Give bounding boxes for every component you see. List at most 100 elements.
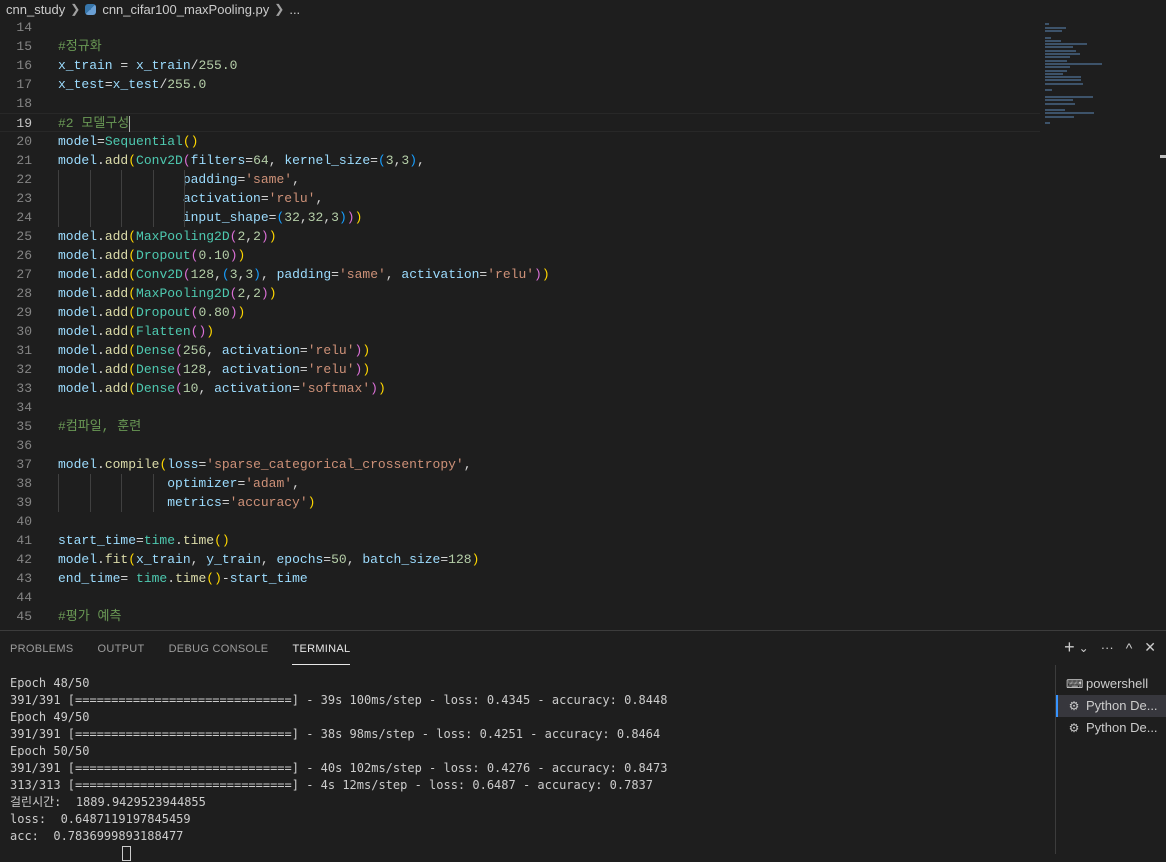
code-line[interactable]: 34 [0, 398, 1040, 417]
code-line[interactable]: 26 model.add(Dropout(0.10)) [0, 246, 1040, 265]
indent-guide [89, 208, 91, 227]
code-line[interactable]: 17 x_test=x_test/255.0 [0, 75, 1040, 94]
code-line[interactable]: 42 model.fit(x_train, y_train, epochs=50,… [0, 550, 1040, 569]
indent-guide [152, 170, 154, 189]
breadcrumb-ellipsis[interactable]: ... [289, 2, 300, 17]
code-token: ( [128, 552, 137, 567]
code-token: ( [175, 381, 183, 396]
code-line[interactable]: 15 #정규화 [0, 37, 1040, 56]
code-token: x_test [58, 77, 105, 92]
tab-terminal[interactable]: TERMINAL [292, 631, 351, 665]
tab-output[interactable]: OUTPUT [98, 631, 145, 665]
minimap[interactable] [1045, 20, 1125, 140]
code-line[interactable]: 19 #2 모델구성 [0, 113, 1040, 132]
code-token: add [104, 153, 129, 168]
code-line[interactable]: 22 padding='same', [0, 170, 1040, 189]
terminal-line: loss: 0.6487119197845459 [10, 812, 191, 826]
code-token: ( [377, 153, 386, 168]
code-token: x_test [112, 77, 160, 92]
code-line[interactable]: 38 optimizer='adam', [0, 474, 1040, 493]
code-text: #평가 예측 [58, 607, 121, 626]
code-line[interactable]: 45 #평가 예측 [0, 607, 1040, 626]
more-actions-icon[interactable]: ··· [1101, 640, 1114, 655]
code-line[interactable]: 23 activation='relu', [0, 189, 1040, 208]
code-token: . [97, 153, 105, 168]
indent-guide [89, 170, 91, 189]
indent-guide [152, 474, 154, 493]
code-text: model.add(Flatten()) [58, 322, 214, 341]
code-line[interactable]: 28 model.add(MaxPooling2D(2,2)) [0, 284, 1040, 303]
scrollbar-marker[interactable] [1160, 155, 1166, 158]
breadcrumb-folder[interactable]: cnn_study [6, 2, 65, 17]
code-token: , [245, 229, 254, 244]
code-token: ( [128, 286, 137, 301]
code-token: time [175, 571, 207, 586]
code-line[interactable]: 14 [0, 18, 1040, 37]
code-line[interactable]: 35 #컴파일, 훈련 [0, 417, 1040, 436]
code-token: . [97, 343, 105, 358]
code-token: . [97, 552, 105, 567]
code-text: x_train = x_train/255.0 [58, 56, 237, 75]
terminal-instance-label: Python De... [1086, 720, 1158, 735]
tab-problems[interactable]: PROBLEMS [10, 631, 74, 665]
code-line[interactable]: 31 model.add(Dense(256, activation='relu'… [0, 341, 1040, 360]
code-line[interactable]: 32 model.add(Dense(128, activation='relu'… [0, 360, 1040, 379]
code-line[interactable]: 41 start_time=time.time() [0, 531, 1040, 550]
code-line[interactable]: 29 model.add(Dropout(0.80)) [0, 303, 1040, 322]
code-text: #2 모델구성 [58, 114, 131, 133]
code-line[interactable]: 30 model.add(Flatten()) [0, 322, 1040, 341]
code-token: , [190, 552, 207, 567]
code-token: Conv2D [136, 267, 183, 282]
code-text: #정규화 [58, 37, 102, 56]
terminal-instance[interactable]: ⚙ Python De... [1056, 717, 1166, 739]
close-panel-icon[interactable]: ✕ [1144, 639, 1156, 656]
code-token: 3 [229, 267, 238, 282]
code-token: = [323, 552, 332, 567]
code-line[interactable]: 44 [0, 588, 1040, 607]
code-token: ( [128, 324, 137, 339]
code-line[interactable]: 21 model.add(Conv2D(filters=64, kernel_si… [0, 151, 1040, 170]
code-line[interactable]: 25 model.add(MaxPooling2D(2,2)) [0, 227, 1040, 246]
code-token: 'accuracy' [229, 495, 308, 510]
tab-debug-console[interactable]: DEBUG CONSOLE [169, 631, 269, 665]
indent-guide [121, 208, 122, 227]
code-line[interactable]: 33 model.add(Dense(10, activation='softma… [0, 379, 1040, 398]
code-token: model [58, 343, 98, 358]
code-token: . [97, 457, 105, 472]
code-token: ) [260, 286, 269, 301]
code-line[interactable]: 18 [0, 94, 1040, 113]
code-token: . [97, 229, 105, 244]
code-line[interactable]: 40 [0, 512, 1040, 531]
code-line[interactable]: 16 x_train = x_train/255.0 [0, 56, 1040, 75]
code-token: model [58, 153, 98, 168]
terminal-output[interactable]: Epoch 48/50 391/391 [====================… [0, 675, 1052, 861]
minimap-line [1045, 49, 1076, 52]
terminal-prompt[interactable] [10, 845, 131, 862]
code-line[interactable]: 43 end_time= time.time()-start_time [0, 569, 1040, 588]
code-token: = [104, 77, 113, 92]
maximize-panel-icon[interactable]: ^ [1126, 640, 1133, 656]
code-line[interactable]: 37 model.compile(loss='sparse_categorical… [0, 455, 1040, 474]
minimap-line [1045, 72, 1063, 75]
new-terminal-icon[interactable]: + [1064, 637, 1075, 658]
code-token: () [190, 324, 207, 339]
code-editor[interactable]: 14 15 #정규화 16 x_train = x_train/255.0 17 x_tes… [0, 18, 1166, 630]
code-token: model [58, 362, 98, 377]
code-line[interactable]: 39 metrics='accuracy') [0, 493, 1040, 512]
code-token: Dense [136, 343, 176, 358]
terminal-line: 313/313 [==============================]… [10, 778, 653, 792]
chevron-down-icon[interactable]: ⌄ [1079, 641, 1089, 655]
code-line[interactable]: 27 model.add(Conv2D(128,(3,3), padding='s… [0, 265, 1040, 284]
terminal-instance[interactable]: ⌨ powershell [1056, 673, 1166, 695]
breadcrumb-file[interactable]: cnn_cifar100_maxPooling.py [102, 2, 269, 17]
terminal-instance[interactable]: ⚙ Python De... [1056, 695, 1166, 717]
code-line[interactable]: 24 input_shape=(32,32,3))) [0, 208, 1040, 227]
code-line[interactable]: 20 model=Sequential() [0, 132, 1040, 151]
code-token: add [104, 248, 129, 263]
code-token: 'sparse_categorical_crossentropy' [206, 457, 464, 472]
code-line[interactable]: 36 [0, 436, 1040, 455]
code-token: kernel_size [284, 153, 371, 168]
line-number: 43 [16, 571, 32, 586]
minimap-line [1045, 122, 1051, 125]
indent-guide [89, 474, 91, 493]
